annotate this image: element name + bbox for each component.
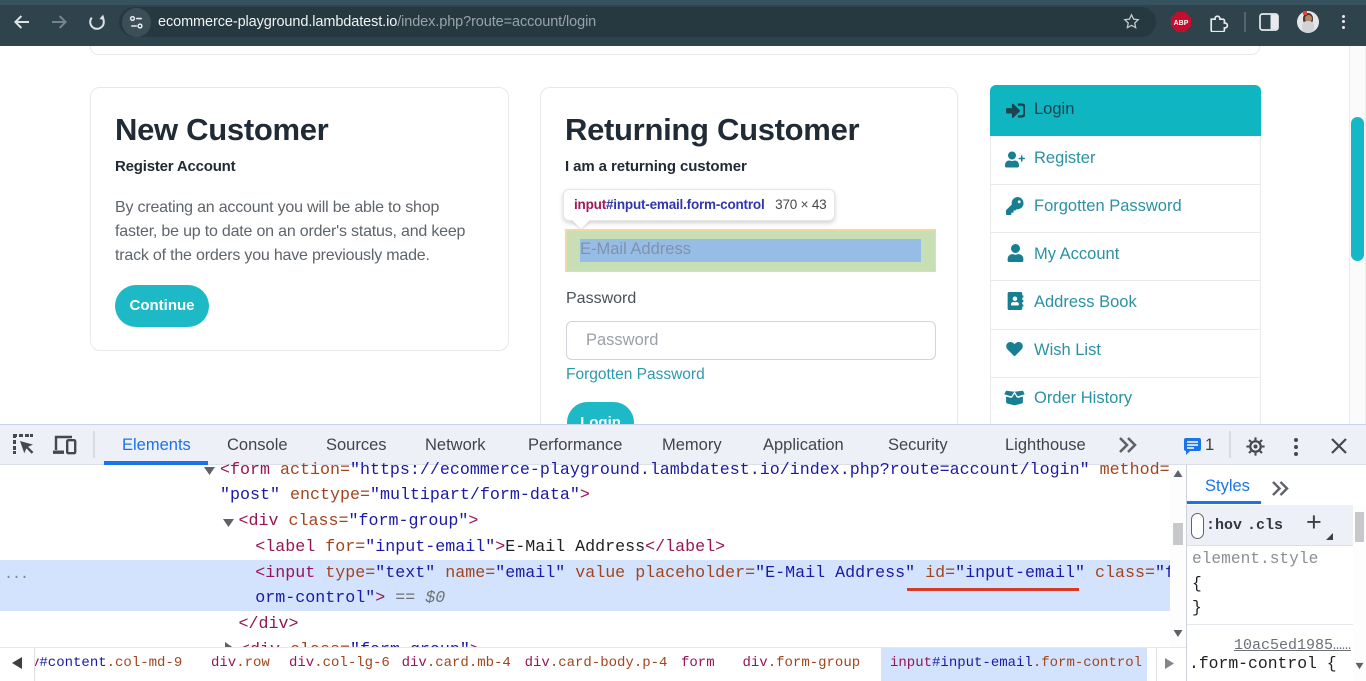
svg-text:ABP: ABP [1174,20,1189,27]
